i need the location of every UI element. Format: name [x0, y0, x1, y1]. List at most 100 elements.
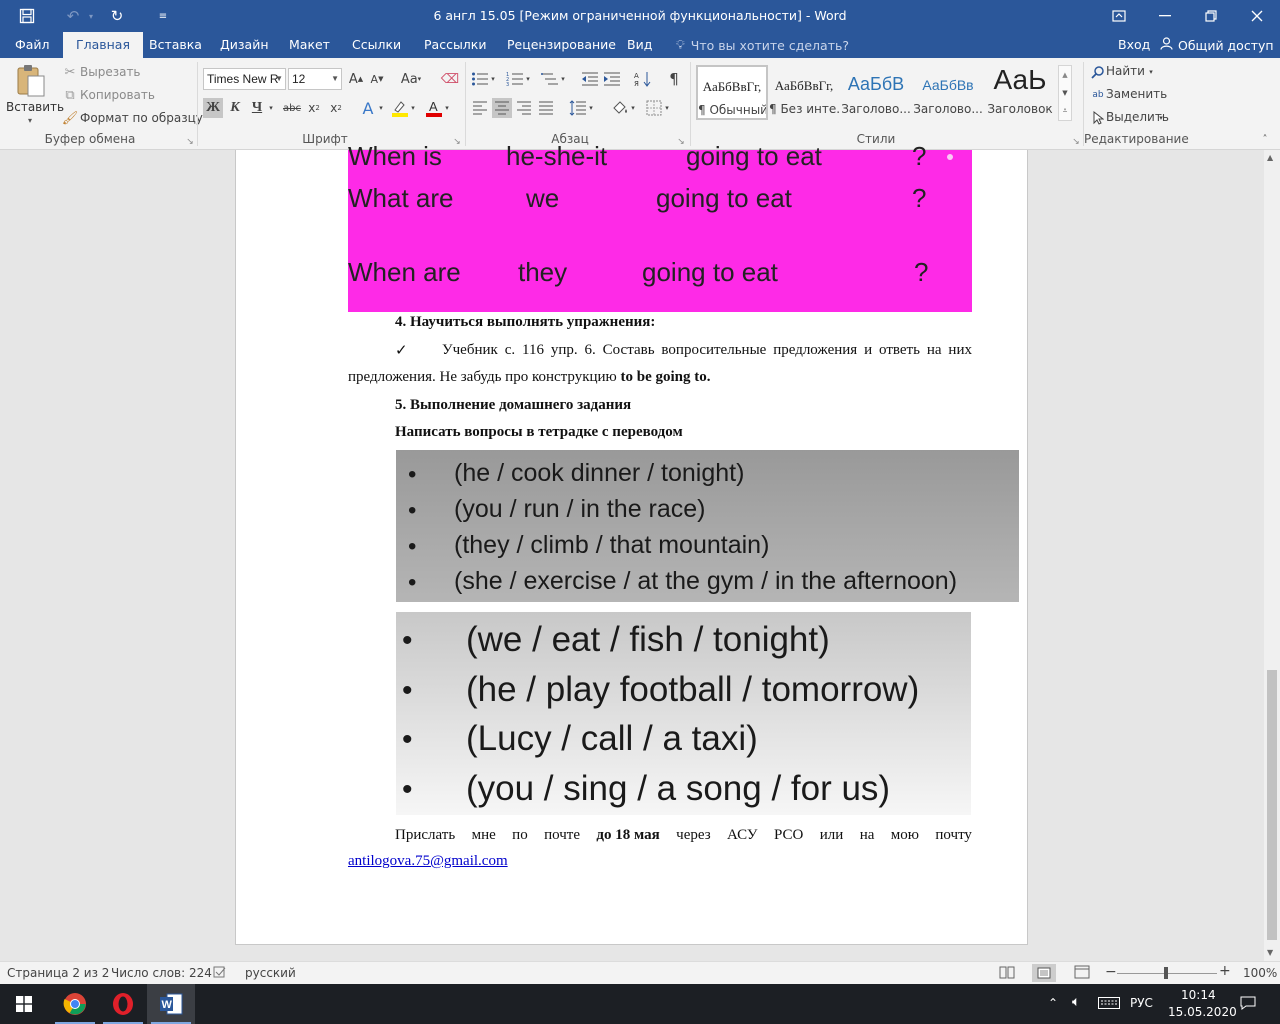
tab-review[interactable]: Рецензирование — [505, 32, 618, 58]
restore-icon[interactable] — [1188, 0, 1234, 32]
scroll-up-icon[interactable]: ▲ — [1267, 153, 1273, 162]
tab-view[interactable]: Вид — [625, 32, 654, 58]
highlight-dropdown-icon[interactable]: ▾ — [408, 98, 418, 118]
subscript-icon[interactable]: x2 — [304, 98, 324, 118]
style-heading-1[interactable]: АаБбВ Заголово... — [840, 65, 912, 120]
underline-button[interactable]: Ч — [247, 98, 267, 118]
cut-button[interactable]: Вырезать — [80, 65, 141, 79]
email-link[interactable]: antilogova.75@gmail.com — [348, 853, 508, 870]
clipboard-launcher-icon[interactable]: ↘ — [184, 136, 196, 148]
font-color-icon[interactable]: A — [424, 98, 444, 118]
superscript-icon[interactable]: x2 — [326, 98, 346, 118]
tab-layout[interactable]: Макет — [287, 32, 332, 58]
justify-icon[interactable] — [536, 98, 556, 118]
highlight-icon[interactable] — [390, 98, 410, 118]
opera-icon[interactable] — [99, 984, 147, 1024]
windows-start-icon[interactable] — [0, 984, 48, 1024]
tray-chevron-up-icon[interactable]: ⌃ — [1048, 996, 1058, 1010]
more-styles-icon[interactable]: ⩡ — [1059, 102, 1071, 120]
bold-button[interactable]: Ж — [203, 98, 223, 118]
vertical-scrollbar[interactable]: ▲ ▼ — [1264, 150, 1280, 961]
sign-in-link[interactable]: Вход — [1116, 32, 1152, 58]
change-case-icon[interactable]: Aa ▾ — [396, 69, 426, 89]
close-icon[interactable] — [1234, 0, 1280, 32]
text-effects-dropdown-icon[interactable]: ▾ — [376, 98, 386, 118]
font-name-combo[interactable]: Times New R ▼ — [203, 68, 286, 90]
tab-mailings[interactable]: Рассылки — [422, 32, 488, 58]
replace-button[interactable]: Заменить — [1106, 87, 1167, 101]
multilevel-dropdown-icon[interactable]: ▾ — [558, 69, 568, 89]
style-no-spacing[interactable]: АаБбВвГг, ¶ Без инте... — [768, 65, 840, 120]
borders-dropdown-icon[interactable]: ▾ — [662, 98, 672, 118]
tab-home[interactable]: Главная — [63, 32, 143, 58]
word-count[interactable]: Число слов: 224 — [111, 966, 212, 980]
font-color-dropdown-icon[interactable]: ▾ — [442, 98, 452, 118]
styles-launcher-icon[interactable]: ↘ — [1070, 136, 1082, 148]
multilevel-list-icon[interactable] — [540, 69, 560, 89]
word-taskbar-icon[interactable]: W — [147, 984, 195, 1024]
clear-formatting-icon[interactable]: ⌫ — [440, 69, 460, 89]
increase-indent-icon[interactable] — [602, 69, 622, 89]
italic-button[interactable]: К — [225, 98, 245, 118]
strikethrough-icon[interactable]: abc — [282, 98, 302, 118]
zoom-in-icon[interactable]: + — [1219, 963, 1231, 979]
collapse-ribbon-icon[interactable]: ˄ — [1258, 132, 1272, 146]
bullets-dropdown-icon[interactable]: ▾ — [488, 69, 498, 89]
numbering-icon[interactable]: 123 — [505, 69, 525, 89]
sort-icon[interactable]: AЯ — [633, 69, 653, 89]
ribbon-display-options-icon[interactable] — [1096, 0, 1142, 32]
proofing-icon[interactable] — [213, 966, 227, 981]
style-heading-2[interactable]: АаБбВв Заголово... — [912, 65, 984, 120]
align-right-icon[interactable] — [514, 98, 534, 118]
align-left-icon[interactable] — [470, 98, 490, 118]
find-button[interactable]: Найти — [1106, 64, 1145, 78]
styles-gallery-scroll[interactable]: ▲ ▼ ⩡ — [1058, 65, 1072, 121]
shrink-font-icon[interactable]: A ▼ — [367, 69, 387, 89]
scroll-thumb[interactable] — [1267, 670, 1277, 940]
zoom-out-icon[interactable]: − — [1105, 964, 1117, 980]
chevron-up-icon[interactable]: ▲ — [1059, 66, 1071, 84]
format-painter-button[interactable]: Формат по образцу — [80, 111, 203, 125]
zoom-level[interactable]: 100% — [1243, 966, 1277, 980]
font-size-combo[interactable]: 12 ▼ — [288, 68, 342, 90]
page-indicator[interactable]: Страница 2 из 2 — [7, 966, 109, 980]
copy-button[interactable]: Копировать — [80, 88, 155, 102]
underline-dropdown-icon[interactable]: ▾ — [265, 98, 277, 118]
tab-references[interactable]: Ссылки — [350, 32, 403, 58]
minimize-icon[interactable] — [1142, 0, 1188, 32]
grow-font-icon[interactable]: A ▲ — [346, 69, 366, 89]
input-language[interactable]: РУС — [1130, 996, 1153, 1010]
select-dropdown-icon[interactable]: ▾ — [1156, 108, 1166, 128]
print-layout-icon[interactable] — [1032, 964, 1056, 982]
line-spacing-dropdown-icon[interactable]: ▾ — [586, 98, 596, 118]
numbering-dropdown-icon[interactable]: ▾ — [523, 69, 533, 89]
chevron-down-icon[interactable]: ▼ — [1059, 84, 1071, 102]
notifications-icon[interactable] — [1240, 996, 1256, 1013]
bullets-icon[interactable] — [470, 69, 490, 89]
tell-me-box[interactable]: 💡︎ Что вы хотите сделать? — [676, 32, 849, 58]
style-title[interactable]: АаЬ Заголовок — [984, 64, 1056, 120]
tab-insert[interactable]: Вставка — [147, 32, 204, 58]
paste-button[interactable]: Вставить ▾ — [6, 62, 64, 126]
keyboard-icon[interactable] — [1098, 997, 1120, 1012]
shading-icon[interactable] — [610, 98, 630, 118]
chrome-icon[interactable] — [51, 984, 99, 1024]
scroll-down-icon[interactable]: ▼ — [1267, 948, 1273, 957]
volume-icon[interactable]: 🔈︎ — [1072, 994, 1080, 1010]
shading-dropdown-icon[interactable]: ▾ — [628, 98, 638, 118]
show-formatting-icon[interactable]: ¶ — [664, 69, 684, 89]
tab-file[interactable]: Файл — [13, 32, 52, 58]
font-launcher-icon[interactable]: ↘ — [451, 136, 463, 148]
borders-icon[interactable] — [644, 98, 664, 118]
web-layout-icon[interactable] — [1074, 965, 1090, 981]
style-normal[interactable]: АаБбВвГг, ¶ Обычный — [696, 65, 768, 120]
clock-date[interactable]: 15.05.2020 — [1168, 1005, 1237, 1019]
line-spacing-icon[interactable] — [568, 98, 588, 118]
clock-time[interactable]: 10:14 — [1181, 988, 1216, 1002]
align-center-icon[interactable] — [492, 98, 512, 118]
find-dropdown-icon[interactable]: ▾ — [1146, 62, 1156, 82]
text-effects-icon[interactable]: A — [358, 98, 378, 118]
tab-design[interactable]: Дизайн — [218, 32, 271, 58]
zoom-slider-thumb[interactable] — [1164, 967, 1168, 979]
decrease-indent-icon[interactable] — [580, 69, 600, 89]
